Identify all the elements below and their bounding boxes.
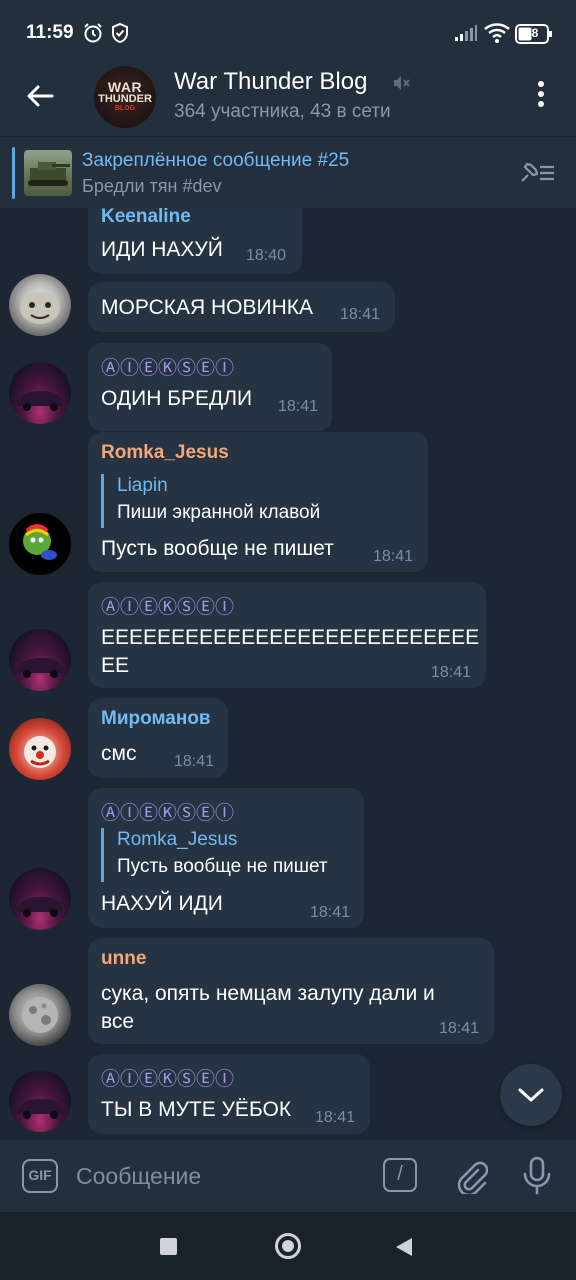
message-time: 18:41 [310,904,351,921]
pin-list-icon [521,162,554,182]
chat-title[interactable]: War Thunder Blog [174,68,367,96]
message-bubble[interactable]: ⒶⒾⒺⓀⓈⒺⒾ ОДИН БРЕДЛИ 18:41 [88,343,332,431]
message-text: ИДИ НАХУЙ [101,238,223,261]
message-text: ЕЕЕЕЕЕЕЕЕЕЕЕЕЕЕЕЕЕЕЕЕЕЕЕЕЕЕ [101,626,480,649]
message-text: сука, опять немцам залупу дали и [101,982,435,1005]
avatar[interactable] [9,513,71,575]
message-sender[interactable]: unne [101,948,146,970]
chat-avatar[interactable]: WAR THUNDER BLOG [94,66,156,128]
message-bubble[interactable]: ⒶⒾⒺⓀⓈⒺⒾ ЕЕЕЕЕЕЕЕЕЕЕЕЕЕЕЕЕЕЕЕЕЕЕЕЕЕЕ ЕЕ 1… [88,582,486,688]
home-button[interactable] [275,1233,301,1259]
message-bubble[interactable]: Keenaline ИДИ НАХУЙ 18:40 [88,208,302,274]
system-nav-bar [0,1212,576,1280]
message-time: 18:41 [373,548,414,565]
avatar[interactable] [9,718,71,780]
avatar-logo-text: THUNDER [98,93,152,105]
message-input-bar: GIF / [0,1140,576,1212]
message-sender[interactable]: ⒶⒾⒺⓀⓈⒺⒾ [101,353,234,380]
chevron-down-icon [518,1088,544,1102]
scroll-down-button[interactable] [500,1064,562,1126]
signal-icon [454,24,478,47]
message-bubble[interactable]: Romka_Jesus Liapin Пиши экранной клавой … [88,432,428,572]
message-time: 18:41 [315,1109,356,1126]
avatar[interactable] [9,868,71,930]
message-bubble[interactable]: ⒶⒾⒺⓀⓈⒺⒾ Romka_Jesus Пусть вообще не пише… [88,788,364,928]
microphone-icon [523,1156,551,1195]
message-text: смс [101,742,137,765]
bot-command-button[interactable]: / [383,1158,417,1192]
pinned-list-button[interactable] [516,159,556,192]
pinned-indicator [12,147,15,199]
message-bubble[interactable]: ⒶⒾⒺⓀⓈⒺⒾ ТЫ В МУТЕ УЁБОК 18:41 [88,1054,370,1134]
status-bar: 11:59 48 [0,0,576,56]
pinned-message-bar[interactable]: Закреплённое сообщение #25 Бредли тян #d… [0,136,576,208]
message-bubble[interactable]: unne сука, опять немцам залупу дали и вс… [88,938,494,1044]
message-text: все [101,1010,135,1033]
message-time: 18:41 [439,1020,480,1037]
message-text: Пусть вообще не пишет [101,537,334,560]
message-sender[interactable]: ⒶⒾⒺⓀⓈⒺⒾ [101,1064,234,1091]
reply-text: Пиши экранной клавой [117,502,321,523]
reply-quote[interactable]: Romka_Jesus Пусть вообще не пишет [101,828,328,882]
message-bubble[interactable]: Мироманов смс 18:41 [88,698,228,778]
reply-quote[interactable]: Liapin Пиши экранной клавой [101,474,320,528]
avatar-logo-text: BLOG [114,105,136,112]
reply-sender: Liapin [117,475,168,496]
message-text: ОДИН БРЕДЛИ [101,387,253,410]
paperclip-icon [457,1161,489,1197]
message-sender[interactable]: ⒶⒾⒺⓀⓈⒺⒾ [101,592,234,619]
more-menu-button[interactable] [526,76,556,112]
message-list[interactable]: Keenaline ИДИ НАХУЙ 18:40 МОРСКАЯ НОВИНК… [0,208,576,1140]
message-time: 18:41 [278,398,319,415]
message-sender[interactable]: Keenaline [101,208,191,228]
message-text: ТЫ В МУТЕ УЁБОК [101,1098,292,1121]
chat-subtitle: 364 участника, 43 в сети [174,101,391,122]
message-time: 18:41 [431,664,472,681]
message-input[interactable] [76,1160,366,1192]
message-bubble[interactable]: МОРСКАЯ НОВИНКА 18:41 [88,282,395,332]
message-text: ЕЕ [101,654,130,677]
message-text: НАХУЙ ИДИ [101,892,223,915]
avatar[interactable] [9,1070,71,1132]
message-time: 18:41 [340,306,381,323]
avatar[interactable] [9,274,71,336]
battery-level: 48 [525,26,539,40]
shield-check-icon [109,22,131,49]
reply-sender: Romka_Jesus [117,829,238,850]
pinned-title: Закреплённое сообщение #25 [82,150,350,171]
avatar[interactable] [9,629,71,691]
message-time: 18:40 [246,247,287,264]
chat-header: WAR THUNDER BLOG War Thunder Blog 364 уч… [0,56,576,136]
recent-apps-button[interactable] [160,1238,177,1255]
arrow-left-icon [27,85,54,107]
message-text: МОРСКАЯ НОВИНКА [101,296,314,319]
message-time: 18:41 [174,753,215,770]
attach-button[interactable] [454,1158,489,1199]
more-vertical-icon [538,81,544,107]
muted-speaker-icon [392,74,410,97]
pinned-text: Бредли тян #dev [82,176,222,196]
avatar[interactable] [9,362,71,424]
system-back-button[interactable] [396,1238,412,1256]
avatar[interactable] [9,984,71,1046]
gif-button[interactable]: GIF [22,1159,58,1193]
microphone-button[interactable] [522,1156,552,1201]
message-sender[interactable]: ⒶⒾⒺⓀⓈⒺⒾ [101,798,234,825]
alarm-icon [82,22,104,49]
message-sender[interactable]: Мироманов [101,708,211,730]
back-button[interactable] [22,78,58,114]
status-time: 11:59 [26,22,74,43]
message-sender[interactable]: Romka_Jesus [101,442,229,464]
reply-text: Пусть вообще не пишет [117,856,328,877]
wifi-icon [484,22,510,49]
pinned-thumbnail [24,150,72,196]
